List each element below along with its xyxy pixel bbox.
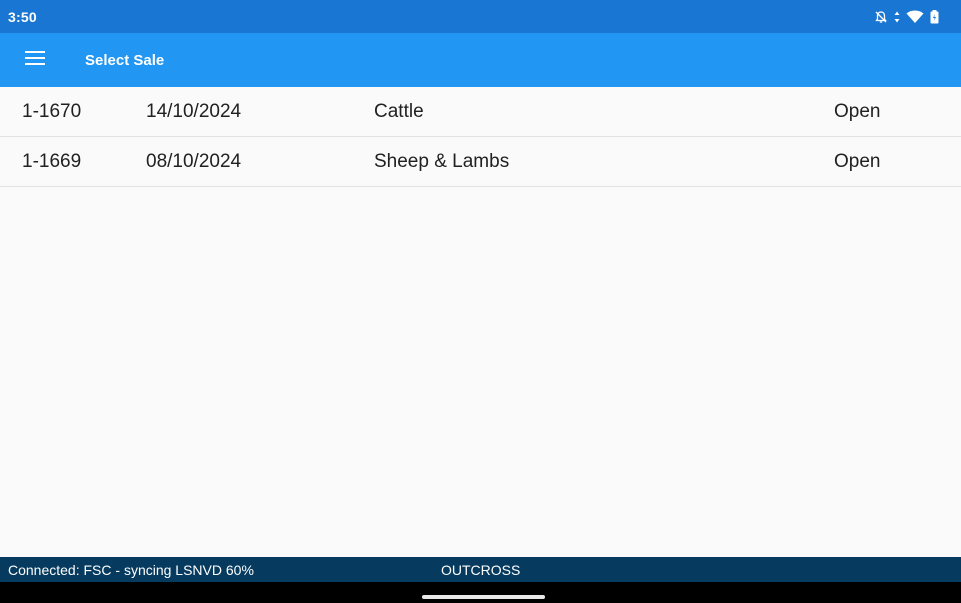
- data-arrows-icon: [894, 11, 900, 23]
- sale-date: 08/10/2024: [146, 150, 242, 172]
- sale-status: Open: [834, 100, 881, 122]
- sale-type: Cattle: [374, 100, 424, 122]
- page-title: Select Sale: [85, 51, 165, 69]
- sale-row[interactable]: 1-1670 14/10/2024 Cattle Open: [0, 87, 961, 137]
- system-navigation-bar: [0, 582, 961, 603]
- alarm-off-icon: [874, 10, 888, 24]
- hamburger-menu-icon: [25, 50, 45, 70]
- app-toolbar: Select Sale: [0, 33, 961, 87]
- sale-row[interactable]: 1-1669 08/10/2024 Sheep & Lambs Open: [0, 137, 961, 187]
- sale-id: 1-1669: [22, 150, 82, 172]
- connection-status-text: Connected: FSC - syncing LSNVD 60%: [8, 561, 254, 578]
- sale-status: Open: [834, 150, 881, 172]
- sale-list: 1-1670 14/10/2024 Cattle Open 1-1669 08/…: [0, 87, 961, 187]
- sale-type: Sheep & Lambs: [374, 150, 510, 172]
- sale-id: 1-1670: [22, 100, 82, 122]
- status-time: 3:50: [8, 8, 37, 25]
- status-icons: [874, 9, 939, 24]
- system-status-bar: 3:50: [0, 0, 961, 33]
- brand-label: OUTCROSS: [441, 561, 521, 578]
- connection-status-bar: Connected: FSC - syncing LSNVD 60% OUTCR…: [0, 557, 961, 582]
- sale-date: 14/10/2024: [146, 100, 242, 122]
- wifi-icon: [906, 10, 924, 24]
- gesture-handle[interactable]: [422, 595, 545, 599]
- menu-button[interactable]: [0, 33, 70, 87]
- battery-icon: [930, 9, 939, 24]
